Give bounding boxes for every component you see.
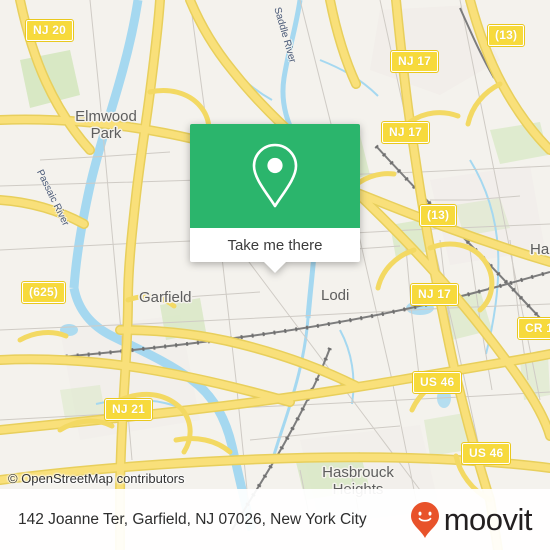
map-pin-icon — [252, 143, 298, 208]
map-vector-layer — [0, 0, 550, 550]
map-canvas[interactable]: Elmwood Park Garfield Lodi Hasbrouck Hei… — [0, 0, 550, 550]
moovit-wordmark: moovit — [443, 502, 533, 537]
shield-13-top-right[interactable]: (13) — [486, 24, 526, 47]
take-me-there-label: Take me there — [227, 236, 323, 254]
shield-cr-12-clipped[interactable]: CR 12 — [516, 317, 550, 340]
shield-625-left[interactable]: (625) — [20, 281, 67, 304]
destination-popup[interactable]: Take me there — [190, 124, 360, 273]
address-text: 142 Joanne Ter, Garfield, NJ 07026, New … — [18, 510, 367, 528]
map-screenshot-root: Elmwood Park Garfield Lodi Hasbrouck Hei… — [0, 0, 550, 550]
popup-icon-area — [190, 124, 360, 228]
osm-attribution[interactable]: © OpenStreetMap contributors — [8, 471, 185, 486]
shield-nj-17-mid[interactable]: NJ 17 — [380, 121, 431, 144]
moovit-pin-smiley-icon — [410, 501, 439, 538]
shield-13-right[interactable]: (13) — [418, 204, 458, 227]
popup-pointer-tail — [264, 262, 286, 273]
shield-nj-20-top-left[interactable]: NJ 20 — [24, 19, 75, 42]
shield-nj-17-upper[interactable]: NJ 17 — [389, 50, 440, 73]
take-me-there-button[interactable]: Take me there — [190, 228, 360, 273]
shield-nj-17-lower[interactable]: NJ 17 — [409, 283, 460, 306]
moovit-brand[interactable]: moovit — [410, 501, 533, 539]
footer-bar: 142 Joanne Ter, Garfield, NJ 07026, New … — [0, 489, 550, 550]
shield-nj-21-bottom-left[interactable]: NJ 21 — [103, 398, 154, 421]
shield-us-46-lower[interactable]: US 46 — [460, 442, 512, 465]
shield-us-46-upper[interactable]: US 46 — [411, 371, 463, 394]
